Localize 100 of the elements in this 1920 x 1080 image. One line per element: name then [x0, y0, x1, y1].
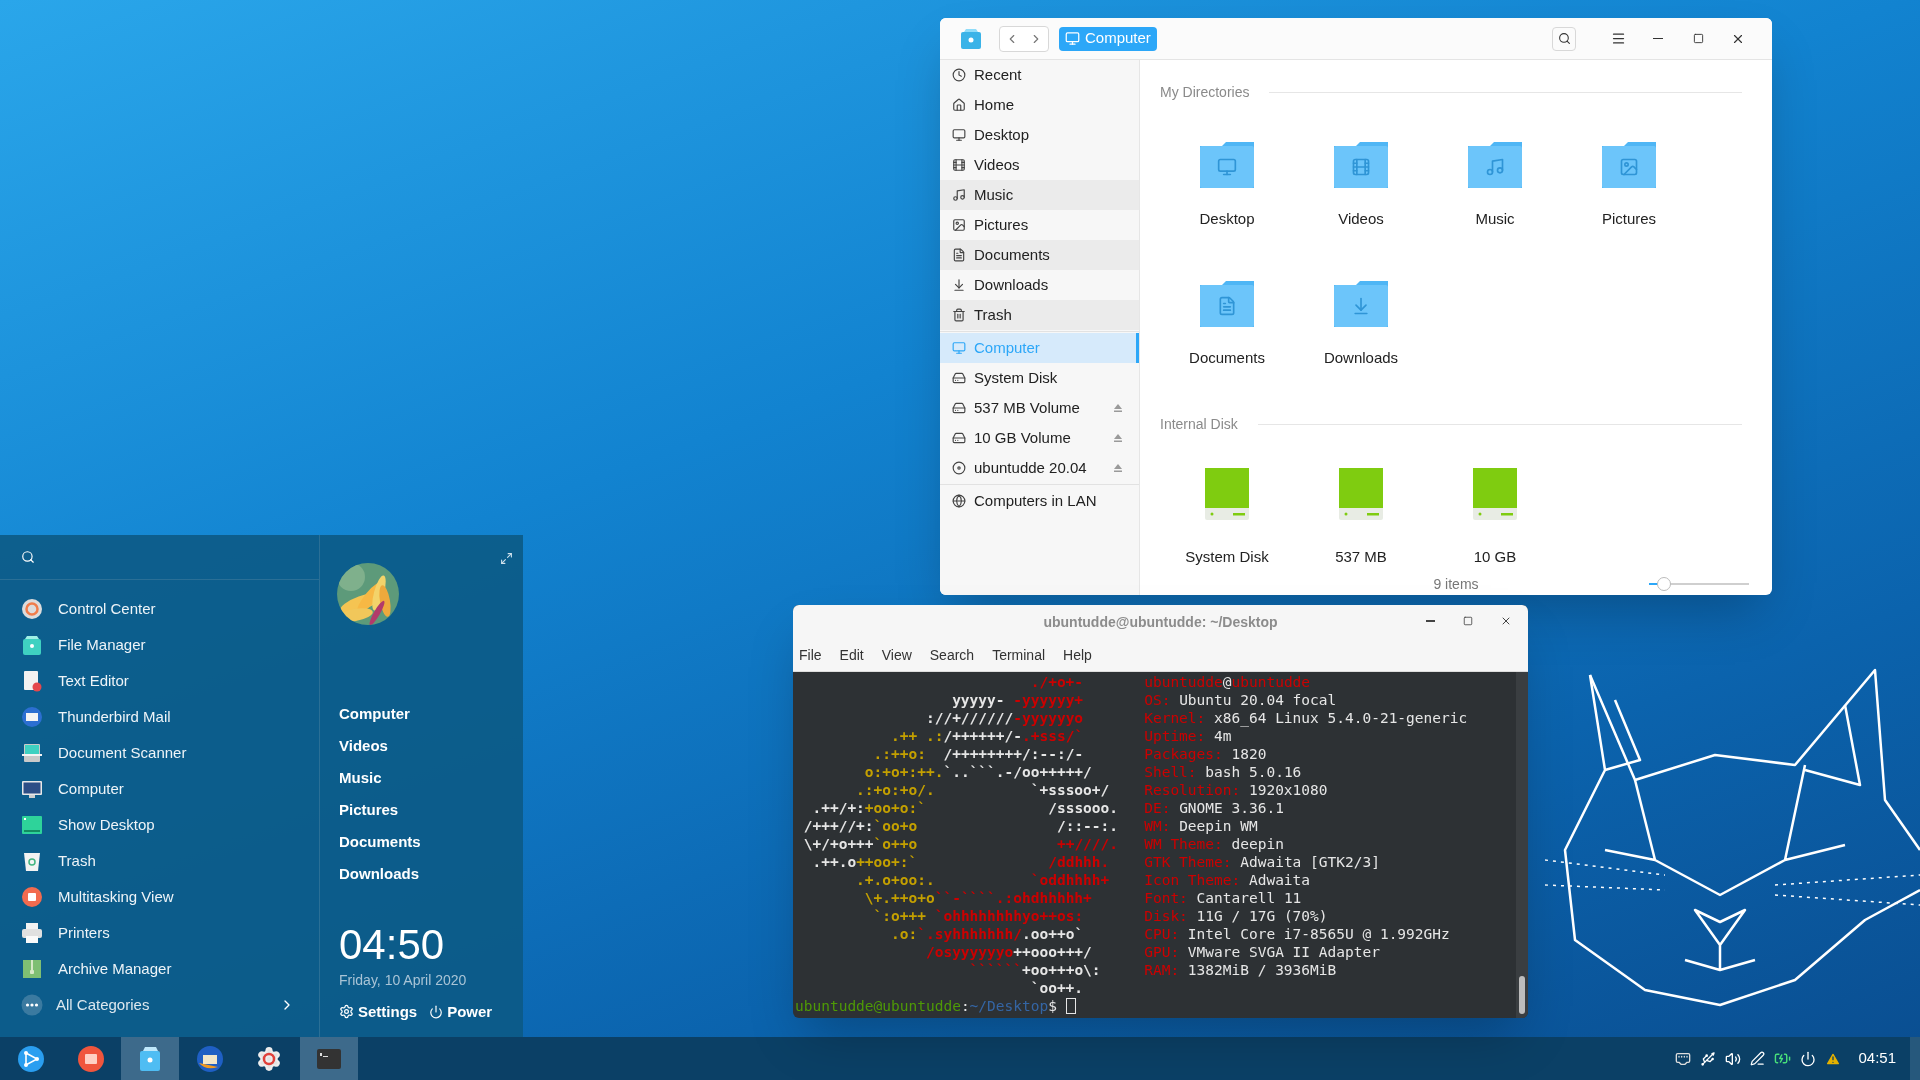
usb-icon[interactable] — [1700, 1050, 1717, 1067]
sidebar-item[interactable]: Trash — [940, 300, 1139, 330]
folder-item[interactable]: Downloads — [1294, 261, 1428, 400]
monitor-icon — [952, 128, 966, 142]
app-item[interactable]: Archive Manager — [0, 951, 319, 987]
sidebar-item[interactable]: Videos — [940, 150, 1139, 180]
ascii-art-line: yyyyy- -yyyyyy+ — [951, 692, 1084, 708]
folder-item[interactable]: Videos — [1294, 122, 1428, 261]
folder-item[interactable]: Pictures — [1562, 122, 1696, 261]
minimize-icon — [1653, 37, 1663, 40]
app-item[interactable]: Show Desktop — [0, 807, 319, 843]
taskbar-button[interactable] — [121, 1037, 179, 1080]
volume-icon[interactable] — [1725, 1050, 1742, 1067]
app-label: Document Scanner — [58, 742, 187, 763]
sidebar-item[interactable]: ubuntudde 20.04 — [940, 453, 1139, 483]
place-link[interactable]: Documents — [339, 826, 523, 858]
eject-icon[interactable] — [1113, 463, 1123, 473]
eject-icon[interactable] — [1113, 403, 1123, 413]
disk-item[interactable]: System Disk — [1160, 454, 1294, 572]
sidebar-item[interactable]: Pictures — [940, 210, 1139, 240]
folder-icon — [1198, 140, 1256, 190]
item-label: Documents — [1189, 348, 1265, 368]
sidebar-item[interactable]: Desktop — [940, 120, 1139, 150]
date-text: Friday, 10 April 2020 — [339, 970, 468, 990]
place-link[interactable]: Music — [339, 762, 523, 794]
app-item[interactable]: Text Editor — [0, 663, 319, 699]
power-icon[interactable] — [1800, 1050, 1817, 1067]
sidebar-item[interactable]: Recent — [940, 60, 1139, 90]
eject-icon[interactable] — [1113, 433, 1123, 443]
place-link[interactable]: Pictures — [339, 794, 523, 826]
film-icon — [952, 158, 966, 172]
ascii-art-line: /+++//+:`oo+o /::--:. — [802, 818, 1119, 834]
place-link[interactable]: Computer — [339, 698, 523, 730]
network-icon[interactable] — [1675, 1050, 1692, 1067]
ascii-art-line: \+/+o+++`o++o ++////. — [802, 836, 1119, 852]
app-item[interactable]: Printers — [0, 915, 319, 951]
sidebar-item[interactable]: Downloads — [940, 270, 1139, 300]
warning-icon[interactable] — [1825, 1050, 1842, 1067]
settings-button[interactable]: Settings — [339, 1000, 418, 1023]
scrollbar[interactable] — [1516, 672, 1528, 1018]
sidebar-item[interactable]: 10 GB Volume — [940, 423, 1139, 453]
sidebar-label: 537 MB Volume — [974, 397, 1081, 418]
app-item[interactable]: Thunderbird Mail — [0, 699, 319, 735]
search-icon — [1557, 32, 1571, 45]
folder-icon — [21, 634, 43, 656]
menu-item[interactable]: Terminal — [992, 645, 1046, 666]
monitor-icon — [21, 778, 43, 800]
ascii-art-line: .:++o: /++++++++/:--:/- — [872, 746, 1084, 762]
all-categories-item[interactable]: All Categories — [0, 987, 319, 1023]
minimize-icon — [1425, 620, 1435, 622]
folder-icon — [1332, 140, 1390, 190]
sidebar-item[interactable]: Home — [940, 90, 1139, 120]
menu-item[interactable]: Edit — [839, 645, 864, 666]
menu-icon — [1610, 31, 1626, 46]
power-button[interactable]: Power — [429, 1000, 493, 1023]
system-info-line: CPU: Intel Core i7-8565U @ 1.992GHz — [1144, 925, 1450, 943]
app-item[interactable]: Trash — [0, 843, 319, 879]
folder-item[interactable]: Documents — [1160, 261, 1294, 400]
search-button[interactable] — [1552, 26, 1576, 51]
folder-item[interactable]: Desktop — [1160, 122, 1294, 261]
envelope-icon — [195, 1044, 224, 1073]
menu-item[interactable]: View — [881, 645, 912, 666]
system-info-line: Shell: bash 5.0.16 — [1144, 763, 1302, 781]
item-label: 537 MB — [1335, 547, 1387, 567]
sidebar-label: Music — [974, 184, 1015, 205]
pen-icon[interactable] — [1750, 1051, 1766, 1066]
trash-icon — [21, 850, 43, 872]
folder-item[interactable]: Music — [1428, 122, 1562, 261]
app-label: Thunderbird Mail — [58, 706, 171, 727]
menu-item[interactable]: Search — [929, 645, 975, 666]
disk-item[interactable]: 537 MB — [1294, 454, 1428, 572]
item-label: Videos — [1338, 209, 1384, 229]
sidebar-item[interactable]: 537 MB Volume — [940, 393, 1139, 423]
menu-item[interactable]: File — [799, 645, 822, 666]
monitor-icon — [1065, 31, 1080, 46]
sidebar-item[interactable]: System Disk — [940, 363, 1139, 393]
section-title: Internal Disk — [1160, 414, 1238, 434]
sidebar-label: Recent — [974, 64, 1023, 85]
place-link[interactable]: Videos — [339, 730, 523, 762]
app-item[interactable]: Document Scanner — [0, 735, 319, 771]
window-title: ubuntudde@ubuntudde: ~/Desktop — [1043, 613, 1278, 632]
sidebar-label: Home — [974, 94, 1015, 115]
app-item[interactable]: Multitasking View — [0, 879, 319, 915]
sidebar-item[interactable]: Music — [940, 180, 1139, 210]
place-link[interactable]: Downloads — [339, 858, 523, 890]
zoom-slider[interactable] — [1646, 576, 1752, 592]
disk-item[interactable]: 10 GB — [1428, 454, 1562, 572]
app-item[interactable]: Control Center — [0, 591, 319, 627]
sidebar-item[interactable]: Documents — [940, 240, 1139, 270]
app-item[interactable]: Computer — [0, 771, 319, 807]
sidebar-label: Pictures — [974, 214, 1030, 235]
hard-drive-icon — [1337, 466, 1385, 522]
app-label: Text Editor — [58, 670, 129, 691]
ascii-art-line: .++.o++oo+:` /ddhhh. — [811, 854, 1110, 870]
sidebar-item[interactable]: Computers in LAN — [940, 486, 1139, 516]
app-item[interactable]: File Manager — [0, 627, 319, 663]
system-info-line: RAM: 1382MiB / 3936MiB — [1144, 961, 1337, 979]
item-label: 10 GB — [1473, 547, 1517, 567]
ascii-art-line: ://+//////-yyyyyyo — [924, 710, 1084, 726]
menu-item[interactable]: Help — [1063, 645, 1092, 666]
